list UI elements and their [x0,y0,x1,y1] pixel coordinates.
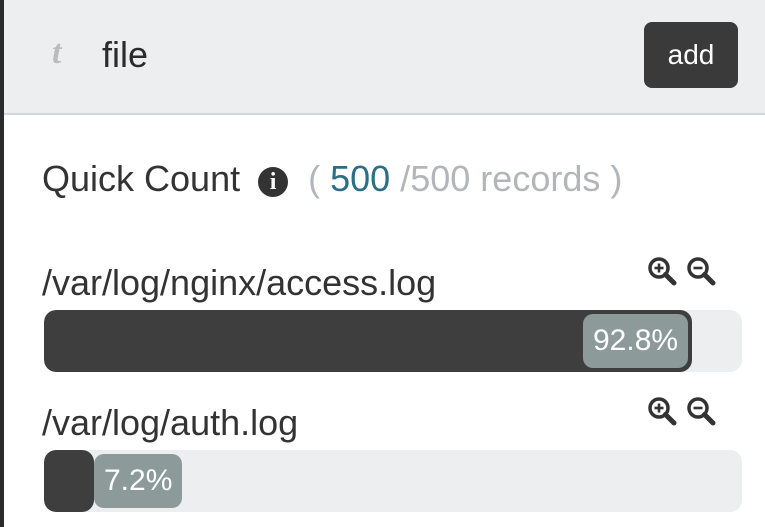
quick-count-label: Quick Count [42,158,241,199]
zoom-in-icon[interactable] [647,396,677,426]
quick-count-heading: Quick Count i ( 500 /500 records ) [42,158,622,200]
zoom-out-icon[interactable] [686,256,716,286]
record-count: 500 [330,158,391,199]
field-details-panel: t file add Quick Count i ( 500 /500 reco… [0,0,765,527]
close-paren: ) [610,158,623,199]
zoom-in-icon[interactable] [647,256,677,286]
entry-label-access-log: /var/log/nginx/access.log [42,262,437,303]
field-name: file [102,34,149,75]
add-field-button[interactable]: add [644,22,738,88]
entry-label-auth-log: /var/log/auth.log [42,402,299,443]
field-header: t file add [4,0,765,115]
string-type-icon: t [52,34,62,71]
progress-bar-auth-log: 7.2% [44,450,742,512]
progress-label: 7.2% [94,454,183,508]
open-paren: ( [308,158,321,199]
record-total: /500 records [400,158,601,199]
progress-label: 92.8% [583,314,689,368]
records-summary: ( 500 /500 records ) [308,158,622,199]
progress-bar-access-log: 92.8% [44,310,742,372]
info-icon[interactable]: i [258,167,289,197]
progress-fill [44,450,94,512]
zoom-out-icon[interactable] [686,396,716,426]
